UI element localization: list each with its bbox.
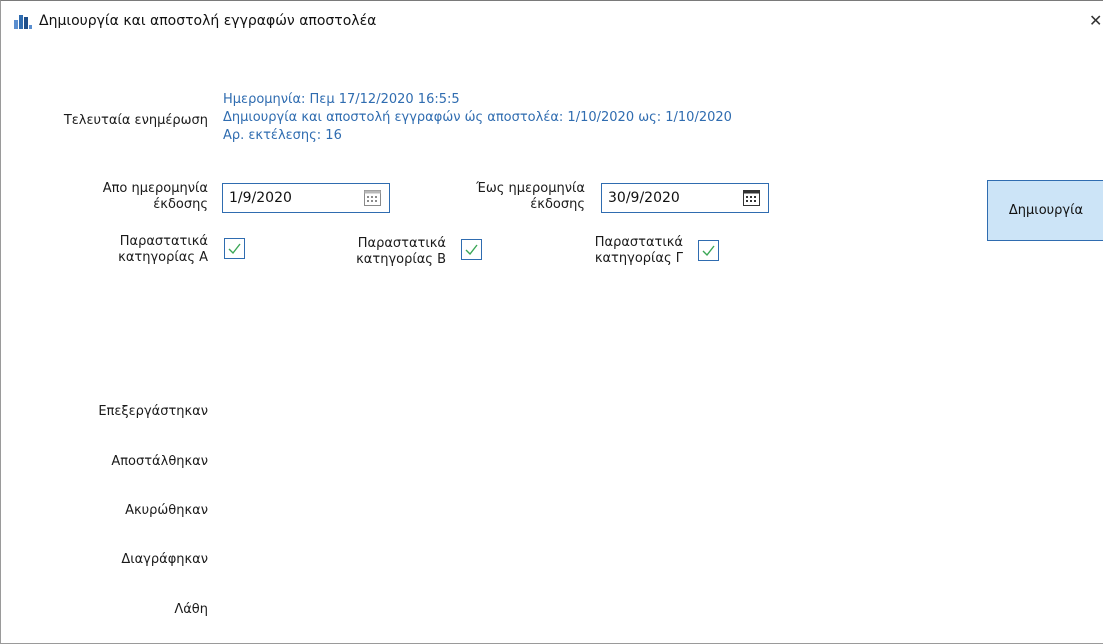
from-date-label: Απο ημερομηνία έκδοσης: [41, 181, 208, 213]
errors-label: Λάθη: [174, 602, 208, 617]
from-date-field[interactable]: 1/9/2020: [222, 183, 390, 213]
checkmark-icon: [465, 244, 478, 256]
title-bar: Δημιουργία και αποστολή εγγραφών αποστολ…: [1, 1, 1103, 39]
to-date-value: 30/9/2020: [608, 190, 680, 206]
cancelled-label: Ακυρώθηκαν: [125, 503, 208, 518]
processed-label: Επεξεργάστηκαν: [98, 404, 208, 419]
category-b-label: Παραστατικά κατηγορίας Β: [291, 236, 446, 268]
to-date-label-line1: Έως ημερομηνία: [476, 181, 585, 196]
last-update-date: Ημερομηνία: Πεμ 17/12/2020 16:5:5: [223, 92, 460, 107]
last-update-label: Τελευταία ενημέρωση: [63, 113, 208, 128]
category-c-label: Παραστατικά κατηγορίας Γ: [528, 235, 683, 267]
to-date-label: Έως ημερομηνία έκδοσης: [421, 181, 585, 213]
create-button[interactable]: Δημιουργία: [987, 180, 1103, 241]
dialog-window: Δημιουργία και αποστολή εγγραφών αποστολ…: [0, 0, 1103, 644]
category-c-label-line2: κατηγορίας Γ: [594, 251, 683, 266]
window-title: Δημιουργία και αποστολή εγγραφών αποστολ…: [39, 13, 377, 29]
to-date-label-line2: έκδοσης: [530, 197, 585, 212]
from-date-value: 1/9/2020: [229, 190, 292, 206]
category-b-label-line2: κατηγορίας Β: [356, 252, 446, 267]
category-a-label-line1: Παραστατικά: [119, 234, 208, 249]
category-c-label-line1: Παραστατικά: [594, 235, 683, 250]
deleted-label: Διαγράφηκαν: [121, 552, 208, 567]
checkmark-icon: [228, 243, 241, 255]
last-update-range: Δημιουργία και αποστολή εγγραφών ώς αποσ…: [223, 110, 732, 125]
category-c-checkbox[interactable]: [698, 240, 719, 261]
category-a-label-line2: κατηγορίας Α: [118, 250, 208, 265]
sent-label: Αποστάλθηκαν: [111, 454, 208, 469]
from-date-label-line2: έκδοσης: [153, 197, 208, 212]
calendar-icon[interactable]: [743, 190, 760, 206]
from-date-label-line1: Απο ημερομηνία: [102, 181, 208, 196]
close-icon[interactable]: ✕: [1089, 11, 1102, 30]
category-a-label: Παραστατικά κατηγορίας Α: [41, 234, 208, 266]
bar-chart-icon: [13, 13, 33, 31]
category-b-label-line1: Παραστατικά: [357, 236, 446, 251]
to-date-field[interactable]: 30/9/2020: [601, 183, 769, 213]
calendar-icon[interactable]: [364, 190, 381, 206]
category-b-checkbox[interactable]: [461, 239, 482, 260]
checkmark-icon: [702, 245, 715, 257]
last-update-runs: Αρ. εκτέλεσης: 16: [223, 128, 342, 143]
category-a-checkbox[interactable]: [224, 238, 245, 259]
